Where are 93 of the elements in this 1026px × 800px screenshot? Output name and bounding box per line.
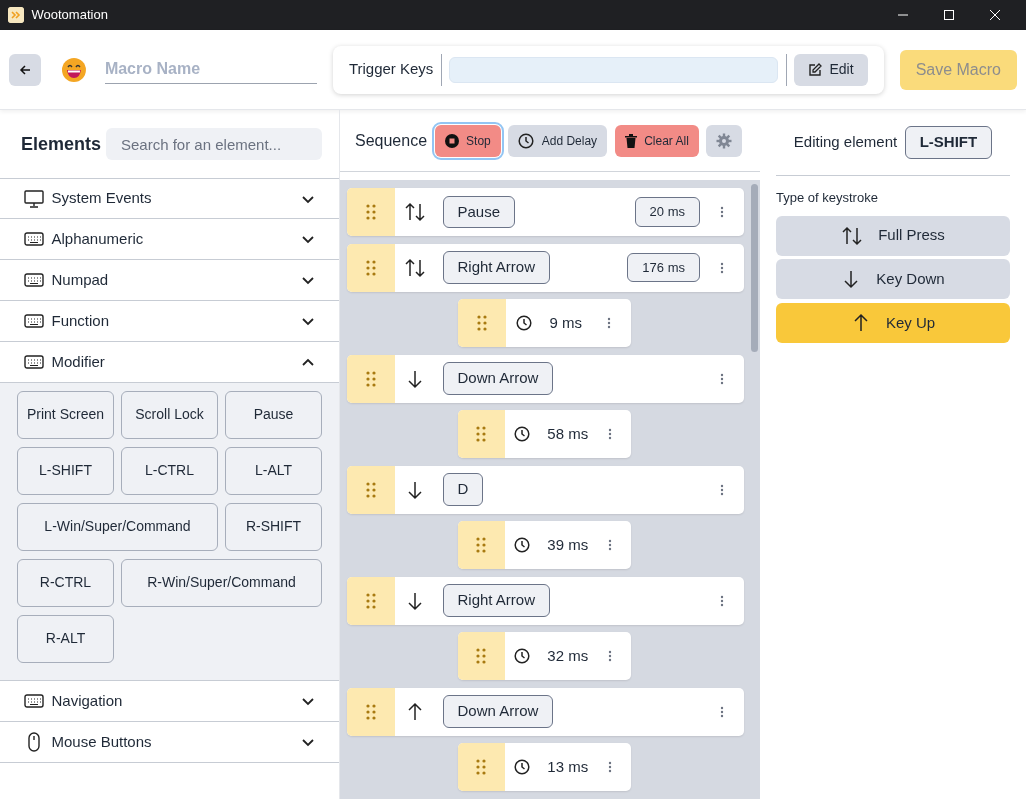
up-down-arrows-icon bbox=[404, 202, 426, 222]
keyboard-icon bbox=[24, 232, 44, 246]
clock-icon bbox=[514, 426, 531, 442]
keyboard-icon bbox=[24, 355, 44, 369]
more-options-icon[interactable] bbox=[720, 372, 724, 385]
more-options-icon[interactable] bbox=[720, 594, 724, 607]
key-button[interactable]: R-CTRL bbox=[17, 559, 114, 607]
delay-chip[interactable]: 176 ms bbox=[627, 252, 700, 283]
clock-icon bbox=[514, 759, 531, 775]
key-button[interactable]: R-ALT bbox=[17, 615, 114, 663]
drag-handle-icon[interactable] bbox=[365, 203, 377, 221]
key-button[interactable]: L-SHIFT bbox=[17, 447, 114, 495]
back-button[interactable] bbox=[9, 53, 41, 86]
key-button[interactable]: R-SHIFT bbox=[225, 503, 322, 551]
window-title: Wootomation bbox=[31, 6, 108, 25]
key-button[interactable]: L-CTRL bbox=[121, 447, 218, 495]
down-arrow-icon bbox=[405, 479, 425, 500]
editing-element-label: Editing element bbox=[793, 132, 898, 153]
category-header[interactable]: System Events bbox=[0, 178, 339, 219]
settings-button[interactable] bbox=[706, 124, 743, 157]
more-options-icon[interactable] bbox=[607, 650, 612, 662]
maximize-icon bbox=[944, 10, 954, 20]
clock-icon bbox=[516, 315, 532, 331]
monitor-icon bbox=[24, 189, 44, 208]
up-down-arrows-icon bbox=[404, 257, 426, 278]
key-chip[interactable]: Pause bbox=[442, 195, 516, 229]
stop-button[interactable]: Stop bbox=[434, 124, 501, 157]
more-options-icon[interactable] bbox=[720, 483, 724, 496]
sequence-heading: Sequence bbox=[355, 130, 428, 151]
delay-value: 13 ms bbox=[547, 756, 589, 777]
gear-icon bbox=[716, 132, 733, 149]
key-button[interactable]: Print Screen bbox=[17, 391, 114, 439]
pencil-icon bbox=[808, 62, 822, 77]
drag-handle-icon[interactable] bbox=[365, 258, 377, 277]
drag-handle-icon[interactable] bbox=[475, 647, 488, 665]
trash-icon bbox=[624, 133, 637, 148]
clear-all-button[interactable]: Clear All bbox=[614, 124, 699, 157]
delay-value: 58 ms bbox=[547, 423, 589, 444]
delay-value: 39 ms bbox=[547, 534, 589, 555]
drag-handle-icon[interactable] bbox=[475, 425, 488, 443]
key-chip[interactable]: Right Arrow bbox=[442, 584, 551, 617]
edit-button[interactable]: Edit bbox=[794, 53, 868, 86]
key-chip[interactable]: Down Arrow bbox=[442, 695, 554, 728]
keystroke-type-option[interactable]: Full Press bbox=[776, 215, 1010, 256]
stop-icon bbox=[444, 133, 459, 148]
add-delay-button[interactable]: Add Delay bbox=[508, 124, 608, 157]
clock-icon bbox=[518, 132, 535, 149]
back-arrow-icon bbox=[18, 63, 31, 76]
key-button[interactable]: L-ALT bbox=[225, 447, 322, 495]
drag-handle-icon[interactable] bbox=[365, 591, 377, 610]
drag-handle-icon[interactable] bbox=[365, 702, 377, 721]
element-chip: L-SHIFT bbox=[904, 126, 993, 159]
down-arrow-icon bbox=[405, 590, 425, 611]
down-arrow-icon bbox=[405, 368, 425, 389]
search-field[interactable]: Search for an element... bbox=[106, 128, 322, 160]
delay-chip[interactable]: 20 ms bbox=[634, 197, 700, 227]
drag-handle-icon[interactable] bbox=[365, 369, 377, 388]
keyboard-icon bbox=[24, 273, 44, 287]
more-options-icon[interactable] bbox=[720, 261, 724, 274]
trigger-keys-label: Trigger Keys bbox=[348, 59, 434, 80]
more-options-icon[interactable] bbox=[720, 206, 724, 218]
key-chip[interactable]: Right Arrow bbox=[442, 251, 551, 284]
key-button[interactable]: Pause bbox=[225, 391, 322, 439]
delay-value: 9 ms bbox=[549, 312, 583, 333]
drag-handle-icon[interactable] bbox=[475, 536, 488, 554]
up-down-arrows-icon bbox=[841, 225, 864, 246]
drag-handle-icon[interactable] bbox=[365, 480, 377, 499]
more-options-icon[interactable] bbox=[607, 428, 612, 440]
clock-icon bbox=[514, 537, 531, 553]
key-chip[interactable]: Down Arrow bbox=[442, 362, 554, 395]
key-button[interactable]: L-Win/Super/Command bbox=[17, 503, 218, 551]
more-options-icon[interactable] bbox=[720, 705, 724, 718]
emoji-icon[interactable] bbox=[60, 56, 87, 83]
more-options-icon[interactable] bbox=[607, 317, 611, 329]
app-logo-icon bbox=[8, 7, 24, 23]
keystroke-type-option[interactable]: Key Up bbox=[776, 303, 1010, 343]
keyboard-icon bbox=[24, 314, 44, 328]
key-chip[interactable]: D bbox=[442, 473, 484, 506]
clock-icon bbox=[514, 648, 531, 664]
drag-handle-icon[interactable] bbox=[475, 758, 488, 776]
trigger-keys-field[interactable] bbox=[449, 56, 778, 83]
key-button[interactable]: Scroll Lock bbox=[121, 391, 218, 439]
delay-value: 32 ms bbox=[547, 645, 589, 666]
elements-heading: Elements bbox=[21, 132, 103, 156]
more-options-icon[interactable] bbox=[607, 761, 612, 773]
keyboard-icon bbox=[24, 694, 44, 708]
drag-handle-icon[interactable] bbox=[476, 314, 488, 332]
keystroke-type-option[interactable]: Key Down bbox=[776, 259, 1010, 300]
keystroke-type-label: Type of keystroke bbox=[776, 189, 879, 207]
close-icon bbox=[990, 10, 1000, 20]
key-button[interactable]: R-Win/Super/Command bbox=[121, 559, 322, 607]
more-options-icon[interactable] bbox=[607, 539, 612, 551]
scrollbar-thumb[interactable] bbox=[751, 184, 758, 352]
